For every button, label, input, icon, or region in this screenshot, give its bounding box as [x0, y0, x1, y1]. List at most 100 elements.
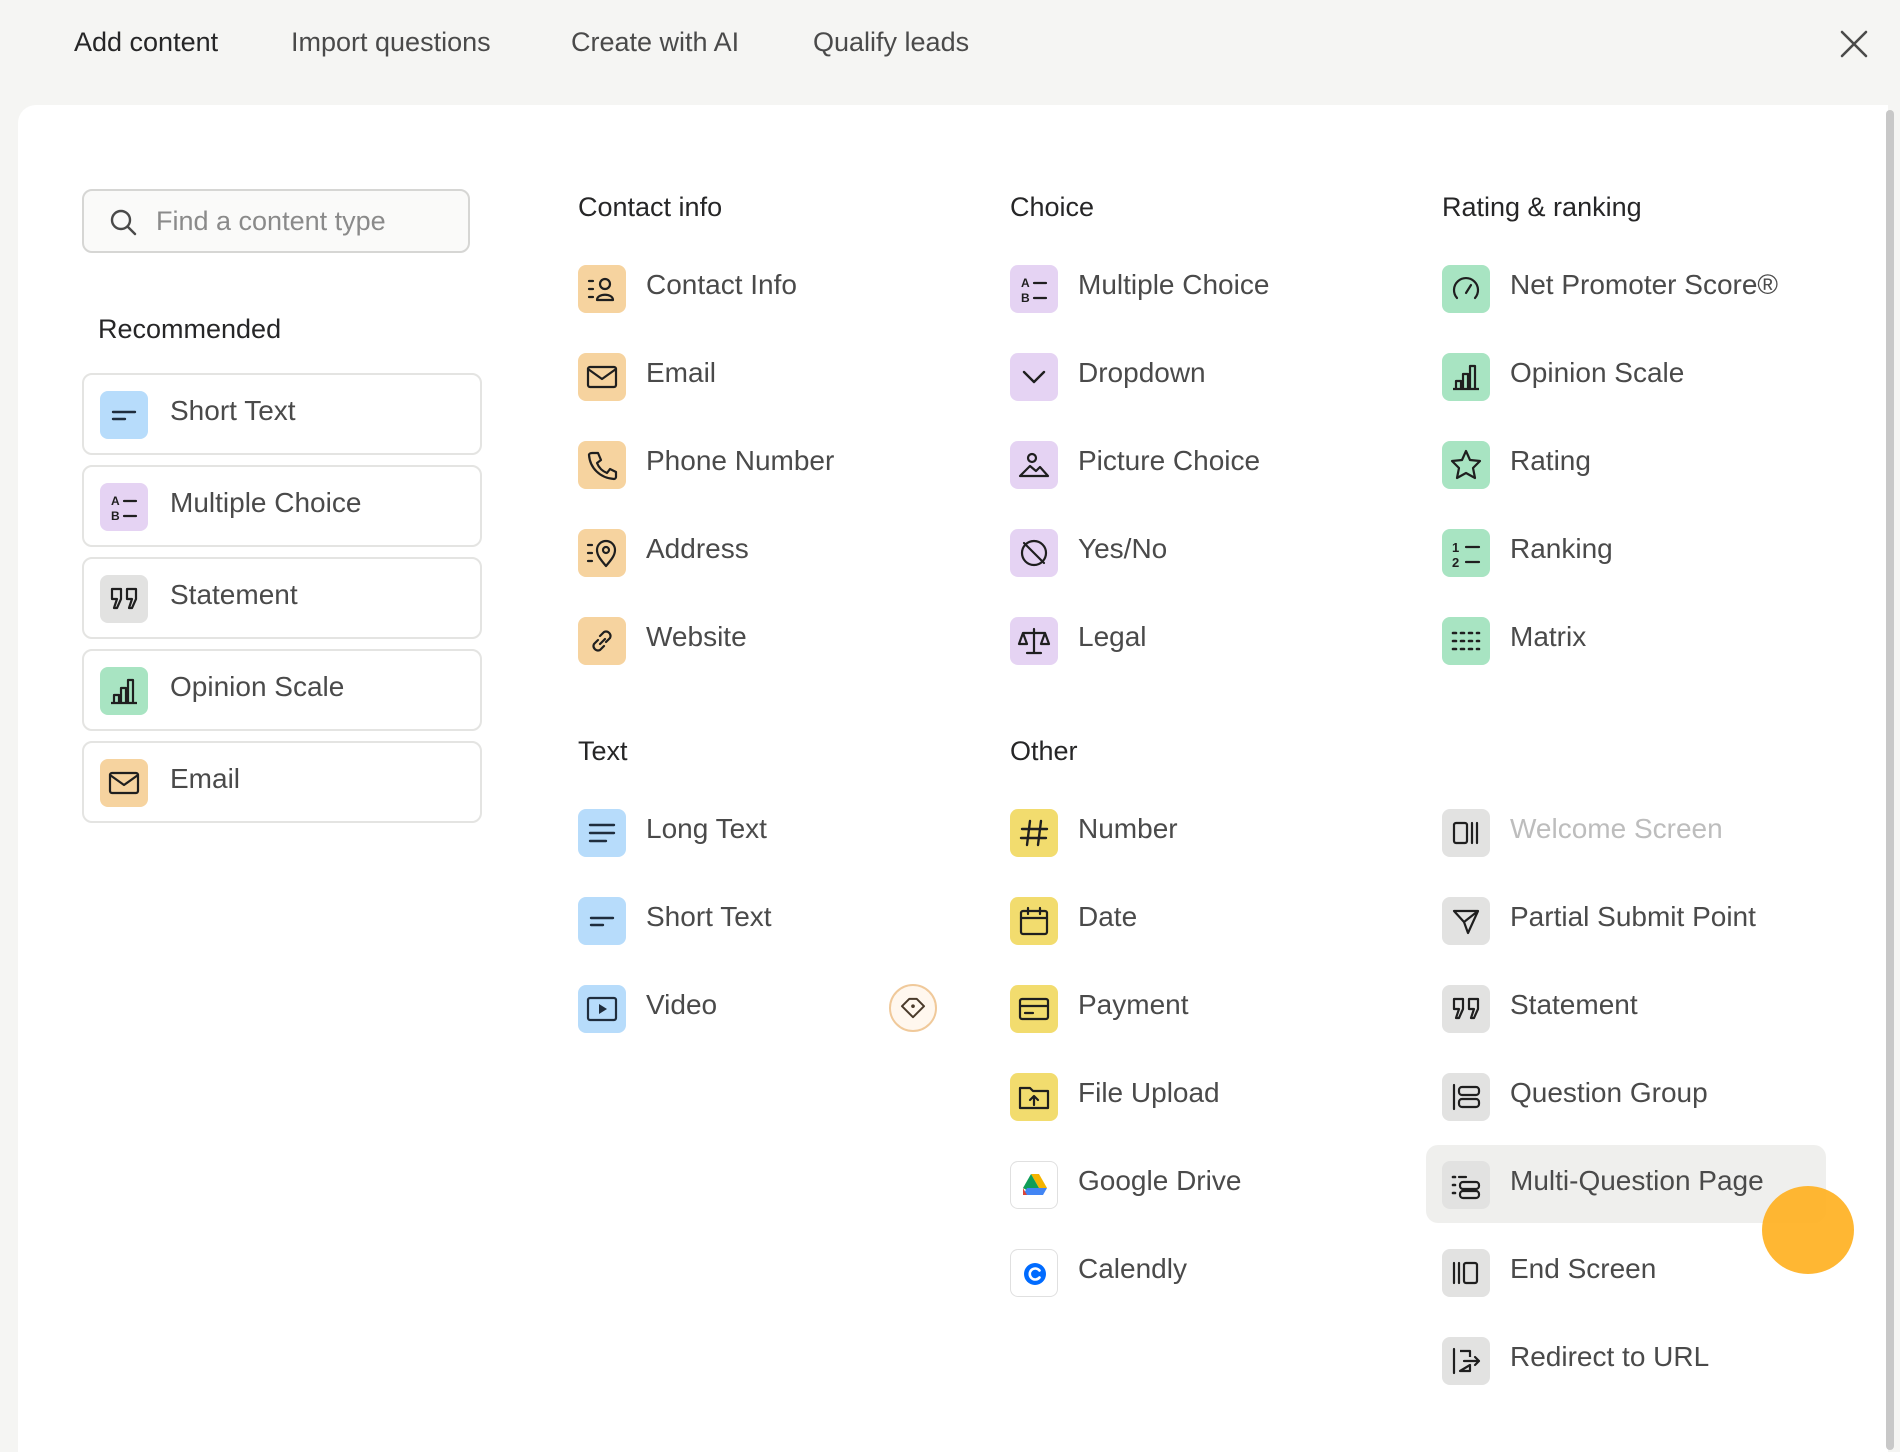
svg-text:B: B [111, 509, 120, 523]
close-button[interactable] [1832, 22, 1876, 66]
recommended-item-label: Multiple Choice [170, 487, 362, 518]
content-type-label: Question Group [1510, 1077, 1708, 1108]
content-type-legal[interactable]: Legal [1010, 605, 1380, 675]
content-type-ranking[interactable]: 1 2 Ranking [1442, 517, 1812, 587]
content-type-welcome-screen[interactable]: Welcome Screen [1442, 797, 1812, 867]
tab-add-content[interactable]: Add content [74, 22, 218, 62]
google-drive-icon [1010, 1161, 1058, 1209]
tab-qualify-leads[interactable]: Qualify leads [813, 22, 969, 62]
svg-text:1: 1 [1452, 540, 1459, 555]
content-type-end-screen[interactable]: End Screen [1442, 1237, 1812, 1307]
content-type-label: Short Text [646, 901, 772, 932]
recommended-item-multiple-choice[interactable]: A B Multiple Choice [82, 465, 482, 547]
content-type-short-text[interactable]: Short Text [578, 885, 948, 955]
content-type-file-upload[interactable]: File Upload [1010, 1061, 1380, 1131]
recommended-item-label: Short Text [170, 395, 296, 426]
multi-question-icon [1442, 1161, 1490, 1209]
content-type-dropdown[interactable]: Dropdown [1010, 341, 1380, 411]
content-type-label: Statement [1510, 989, 1638, 1020]
calendly-icon [1010, 1249, 1058, 1297]
quote-icon [100, 575, 148, 623]
search-input[interactable] [156, 201, 456, 241]
content-type-label: Contact Info [646, 269, 797, 300]
recommended-item-short-text[interactable]: Short Text [82, 373, 482, 455]
content-type-opinion-scale[interactable]: Opinion Scale [1442, 341, 1812, 411]
yes-no-icon [1010, 529, 1058, 577]
content-type-label: Yes/No [1078, 533, 1168, 564]
star-icon [1442, 441, 1490, 489]
content-type-payment[interactable]: Payment [1010, 973, 1380, 1043]
content-type-yes-no[interactable]: Yes/No [1010, 517, 1380, 587]
content-type-label: Google Drive [1078, 1165, 1242, 1196]
content-type-label: Welcome Screen [1510, 813, 1723, 844]
content-type-rating[interactable]: Rating [1442, 429, 1812, 499]
pointer-cursor-indicator [1762, 1186, 1854, 1274]
multiple-choice-icon: A B [100, 483, 148, 531]
search-icon [110, 209, 137, 236]
end-screen-icon [1442, 1249, 1490, 1297]
tab-import-questions[interactable]: Import questions [291, 22, 491, 62]
section-title-other: Other [1010, 736, 1078, 766]
grid-icon [1442, 617, 1490, 665]
phone-icon [578, 441, 626, 489]
content-type-email[interactable]: Email [578, 341, 948, 411]
content-type-label: Multi-Question Page [1510, 1165, 1764, 1196]
section-title-text: Text [578, 736, 628, 766]
content-type-redirect-to-url[interactable]: Redirect to URL [1442, 1325, 1812, 1395]
content-type-date[interactable]: Date [1010, 885, 1380, 955]
content-type-label: Rating [1510, 445, 1591, 476]
content-type-website[interactable]: Website [578, 605, 948, 675]
content-type-label: Matrix [1510, 621, 1587, 652]
svg-text:B: B [1021, 291, 1030, 305]
content-type-matrix[interactable]: Matrix [1442, 605, 1812, 675]
hash-icon [1010, 809, 1058, 857]
content-type-number[interactable]: Number [1010, 797, 1380, 867]
content-type-contact-info[interactable]: Contact Info [578, 253, 948, 323]
folder-upload-icon [1010, 1073, 1058, 1121]
content-type-label: File Upload [1078, 1077, 1220, 1108]
gauge-icon [1442, 265, 1490, 313]
envelope-icon [578, 353, 626, 401]
content-type-net-promoter-score[interactable]: Net Promoter Score® [1442, 253, 1812, 323]
content-type-label: Long Text [646, 813, 767, 844]
pro-diamond-icon [889, 984, 937, 1032]
content-type-calendly[interactable]: Calendly [1010, 1237, 1380, 1307]
svg-text:A: A [1021, 276, 1030, 290]
content-type-phone-number[interactable]: Phone Number [578, 429, 948, 499]
content-type-label: End Screen [1510, 1253, 1657, 1284]
welcome-screen-icon [1442, 809, 1490, 857]
paper-plane-icon [1442, 897, 1490, 945]
content-type-long-text[interactable]: Long Text [578, 797, 948, 867]
recommended-item-label: Email [170, 763, 241, 794]
recommended-item-label: Statement [170, 579, 298, 610]
scrollbar[interactable] [1886, 110, 1894, 1450]
video-play-icon [578, 985, 626, 1033]
recommended-item-opinion-scale[interactable]: Opinion Scale [82, 649, 482, 731]
content-type-multiple-choice[interactable]: A B Multiple Choice [1010, 253, 1380, 323]
content-type-question-group[interactable]: Question Group [1442, 1061, 1812, 1131]
content-type-address[interactable]: Address [578, 517, 948, 587]
multiple-choice-icon: A B [1010, 265, 1058, 313]
content-type-partial-submit-point[interactable]: Partial Submit Point [1442, 885, 1812, 955]
short-text-icon [100, 391, 148, 439]
tab-create-with-ai[interactable]: Create with AI [571, 22, 739, 62]
content-type-label: Date [1078, 901, 1138, 932]
bar-chart-icon [100, 667, 148, 715]
content-type-label: Ranking [1510, 533, 1613, 564]
top-navigation: Add content Import questions Create with… [0, 0, 1900, 104]
scales-icon [1010, 617, 1058, 665]
content-type-google-drive[interactable]: Google Drive [1010, 1149, 1380, 1219]
svg-text:A: A [111, 494, 120, 508]
search-box[interactable] [82, 189, 470, 253]
content-type-label: Opinion Scale [1510, 357, 1685, 388]
calendar-icon [1010, 897, 1058, 945]
content-type-label: Multiple Choice [1078, 269, 1270, 300]
quote-icon [1442, 985, 1490, 1033]
recommended-item-statement[interactable]: Statement [82, 557, 482, 639]
content-type-picture-choice[interactable]: Picture Choice [1010, 429, 1380, 499]
recommended-item-email[interactable]: Email [82, 741, 482, 823]
content-type-statement[interactable]: Statement [1442, 973, 1812, 1043]
credit-card-icon [1010, 985, 1058, 1033]
contact-card-icon [578, 265, 626, 313]
recommended-heading: Recommended [98, 314, 282, 344]
